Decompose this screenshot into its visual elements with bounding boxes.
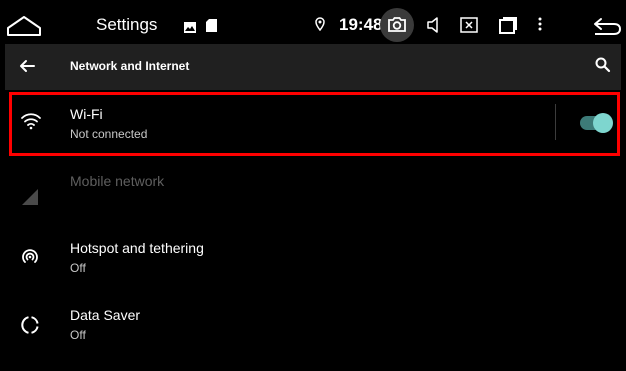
wifi-toggle[interactable]: [580, 113, 613, 133]
mobile-network-label: Mobile network: [70, 173, 165, 189]
page-title: Network and Internet: [70, 59, 190, 73]
mobile-network-row[interactable]: Mobile network: [5, 162, 621, 212]
wifi-summary: Not connected: [70, 127, 148, 141]
volume-icon[interactable]: [427, 17, 441, 38]
screen-icon[interactable]: [460, 17, 478, 38]
data-saver-label: Data Saver: [70, 307, 141, 323]
sd-card-icon: [206, 19, 217, 37]
recents-icon[interactable]: [499, 17, 517, 39]
back-icon[interactable]: [592, 17, 622, 40]
data-saver-row[interactable]: Data Saver Off: [5, 298, 621, 354]
arrow-back-icon[interactable]: [19, 58, 35, 79]
camera-icon[interactable]: [380, 8, 414, 42]
clock: 19:48: [339, 15, 383, 34]
toggle-thumb: [593, 113, 613, 133]
status-bar: Settings 19:48: [0, 4, 626, 44]
hotspot-label: Hotspot and tethering: [70, 240, 204, 256]
hotspot-row[interactable]: Hotspot and tethering Off: [5, 230, 621, 286]
data-saver-summary: Off: [70, 328, 86, 342]
menu-icon[interactable]: [537, 16, 543, 37]
data-saver-icon: [20, 315, 40, 340]
divider: [555, 104, 556, 140]
search-icon[interactable]: [595, 57, 611, 78]
wifi-row[interactable]: Wi-Fi Not connected: [5, 92, 621, 156]
settings-list: Wi-Fi Not connected Mobile network Hotsp…: [5, 90, 621, 367]
toolbar: Network and Internet: [5, 44, 621, 90]
wifi-icon: [20, 112, 42, 135]
hotspot-icon: [20, 247, 40, 272]
selection-highlight: [9, 92, 620, 156]
status-title: Settings: [96, 15, 158, 34]
gallery-icon: [184, 20, 196, 38]
location-icon: [315, 17, 325, 36]
hotspot-summary: Off: [70, 261, 86, 275]
signal-icon: [20, 187, 40, 212]
wifi-label: Wi-Fi: [70, 106, 103, 122]
home-icon[interactable]: [6, 12, 42, 43]
